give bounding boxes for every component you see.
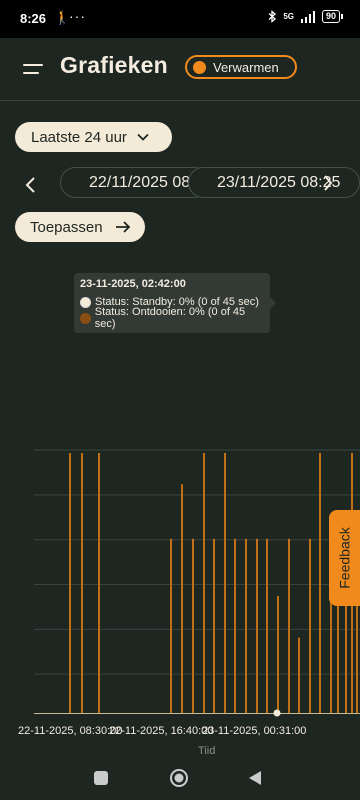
chart-bar[interactable] bbox=[319, 453, 321, 713]
mode-label: Verwarmen bbox=[213, 59, 279, 75]
feedback-tab[interactable]: Feedback bbox=[329, 510, 360, 606]
chart-bar[interactable] bbox=[98, 453, 100, 713]
battery-icon: 90 bbox=[321, 10, 344, 23]
page-title: Grafieken bbox=[60, 52, 168, 78]
x-tick-label: 23-11-2025, 00:31:00 bbox=[202, 725, 306, 737]
chart-bar[interactable] bbox=[192, 538, 194, 713]
chevron-left-icon[interactable] bbox=[22, 175, 40, 195]
apply-label: Toepassen bbox=[30, 218, 103, 236]
chevron-down-icon bbox=[137, 133, 149, 141]
chart-bar[interactable] bbox=[81, 453, 83, 713]
more-notifications-icon: ··· bbox=[69, 8, 86, 24]
mode-dot-icon bbox=[193, 60, 206, 74]
time-range-dropdown[interactable]: Laatste 24 uur bbox=[15, 122, 172, 152]
time-range-label: Laatste 24 uur bbox=[31, 128, 127, 146]
menu-icon[interactable] bbox=[23, 62, 43, 76]
chart-bar[interactable] bbox=[245, 538, 247, 713]
chart-bar[interactable] bbox=[288, 538, 290, 713]
network-label: 5G bbox=[283, 12, 294, 21]
app-screen: Grafieken Verwarmen Laatste 24 uur 22/11… bbox=[0, 38, 360, 760]
legend-swatch-ontdooien bbox=[80, 312, 91, 324]
chart-bar[interactable] bbox=[277, 596, 279, 713]
chart-bar[interactable] bbox=[266, 538, 268, 713]
chart-bar[interactable] bbox=[298, 637, 300, 713]
chart-bar[interactable] bbox=[224, 453, 226, 713]
feedback-label: Feedback bbox=[336, 527, 353, 589]
chart-bar[interactable] bbox=[181, 484, 183, 713]
chart-bar[interactable] bbox=[234, 538, 236, 713]
bluetooth-icon bbox=[268, 10, 277, 23]
tooltip-row-text: Status: Ontdooien: 0% (0 of 45 sec) bbox=[94, 306, 246, 330]
header-divider bbox=[0, 100, 360, 101]
status-icons: 5G 90 bbox=[268, 10, 344, 23]
chart-bar[interactable] bbox=[213, 538, 215, 713]
chart-bar[interactable] bbox=[170, 538, 172, 713]
signal-icon bbox=[300, 10, 315, 23]
arrow-right-icon bbox=[115, 221, 130, 233]
chart-bar[interactable] bbox=[203, 453, 205, 713]
chart-bar[interactable] bbox=[309, 538, 311, 713]
x-tick-label: 22-11-2025, 16:40:00 bbox=[109, 725, 213, 737]
hover-point bbox=[273, 709, 281, 717]
chart-bar[interactable] bbox=[345, 596, 347, 713]
chart-bar[interactable] bbox=[256, 538, 258, 713]
x-tick-label: 22-11-2025, 08:30:00 bbox=[18, 725, 122, 737]
chart-bar[interactable] bbox=[69, 453, 71, 713]
tooltip-row: Status: Ontdooien: 0% (0 of 45 sec) bbox=[80, 306, 264, 330]
system-nav-bar bbox=[0, 760, 360, 800]
end-date-field[interactable]: 23/11/2025 08:25 bbox=[188, 167, 360, 198]
tooltip-title: 23-11-2025, 02:42:00 bbox=[80, 278, 186, 290]
walk-icon: 🚶 bbox=[54, 10, 71, 25]
legend-swatch-standby bbox=[80, 296, 91, 308]
mode-badge[interactable]: Verwarmen bbox=[185, 55, 297, 79]
back-icon[interactable] bbox=[248, 770, 262, 786]
status-time: 8:26 bbox=[20, 11, 47, 26]
recents-icon[interactable] bbox=[93, 770, 109, 786]
x-axis-title: Tiid bbox=[198, 745, 215, 757]
chevron-right-icon[interactable] bbox=[322, 174, 334, 192]
apply-button[interactable]: Toepassen bbox=[15, 212, 145, 242]
home-icon[interactable] bbox=[169, 768, 189, 788]
status-bar: 8:26 🚶 ··· 5G 90 bbox=[0, 0, 360, 38]
chart-tooltip: 23-11-2025, 02:42:00 Status: Standby: 0%… bbox=[74, 273, 276, 333]
